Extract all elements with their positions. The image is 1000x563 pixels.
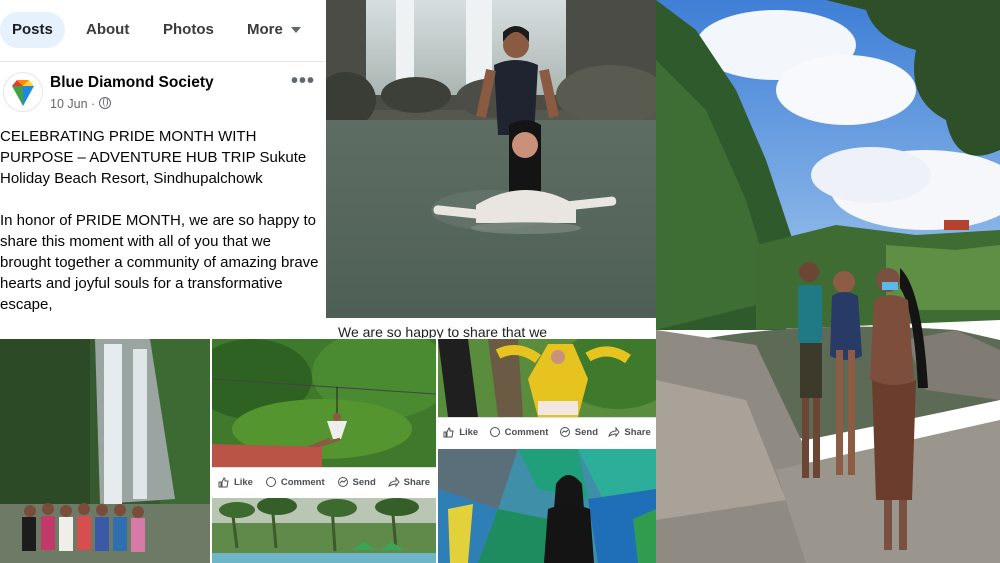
tab-more-label: More [247, 21, 283, 38]
comment-label: Comment [280, 477, 325, 488]
like-label: Like [233, 477, 253, 488]
send-button[interactable]: Send [337, 477, 376, 488]
photo-mural-wall[interactable] [438, 449, 656, 563]
tab-about-label: About [86, 21, 130, 38]
avatar[interactable] [3, 72, 43, 112]
comment-button[interactable]: Comment [265, 477, 325, 488]
post-paragraph: In honor of PRIDE MONTH, we are so happy… [0, 212, 319, 313]
share-label: Share [624, 427, 651, 438]
post-action-bar: Like Comment Send Share [438, 417, 656, 447]
post-header: Blue Diamond Society 10 Jun · ••• [0, 70, 325, 118]
like-label: Like [459, 427, 479, 438]
post-body: CELEBRATING PRIDE MONTH WITH PURPOSE – A… [0, 126, 325, 336]
more-options-icon[interactable]: ••• [291, 70, 315, 93]
comment-bubble-icon [489, 427, 500, 437]
like-button[interactable]: Like [443, 427, 478, 438]
photo-waterfall-pool[interactable] [326, 0, 656, 318]
comment-label: Comment [504, 427, 549, 438]
caption-snippet: We are so happy to share that we [326, 318, 656, 338]
photo-yellow-costume[interactable] [438, 339, 656, 417]
send-label: Send [574, 427, 598, 438]
thumbs-up-icon [443, 427, 454, 438]
blue-diamond-logo-icon [12, 80, 34, 106]
divider [325, 0, 326, 338]
comment-bubble-icon [265, 477, 276, 487]
divider [210, 339, 212, 563]
caret-down-icon [290, 27, 301, 34]
share-button[interactable]: Share [608, 427, 651, 438]
photo-resort-pool[interactable] [212, 498, 436, 563]
photo-waterfall-group[interactable] [0, 339, 210, 563]
comment-button[interactable]: Comment [489, 427, 549, 438]
send-label: Send [352, 477, 376, 488]
divider [436, 339, 438, 563]
share-button[interactable]: Share [387, 477, 431, 488]
facebook-post-panel: Posts About Photos More Blue Diamond Soc… [0, 0, 325, 338]
tab-posts[interactable]: Posts [0, 12, 65, 48]
tab-more[interactable]: More [247, 12, 301, 48]
share-arrow-icon [608, 427, 620, 438]
like-button[interactable]: Like [218, 477, 253, 488]
tab-photos-label: Photos [163, 21, 214, 38]
post-date[interactable]: 10 Jun · [50, 97, 112, 111]
post-paragraph: CELEBRATING PRIDE MONTH WITH PURPOSE – A… [0, 128, 307, 187]
messenger-icon [559, 427, 570, 437]
photo-river-group[interactable] [656, 0, 1000, 563]
post-date-text: 10 Jun · [50, 97, 96, 111]
page-name[interactable]: Blue Diamond Society [50, 74, 214, 92]
tab-posts-label: Posts [12, 21, 53, 38]
photo-zipline[interactable] [212, 339, 436, 467]
send-button[interactable]: Send [559, 427, 598, 438]
share-arrow-icon [387, 477, 400, 488]
globe-icon [99, 97, 112, 109]
thumbs-up-icon [218, 477, 229, 488]
share-label: Share [403, 477, 431, 488]
divider [0, 338, 656, 339]
messenger-icon [337, 477, 348, 487]
tab-about[interactable]: About [86, 12, 129, 48]
tab-photos[interactable]: Photos [163, 12, 214, 48]
page-tab-bar: Posts About Photos More [0, 0, 325, 62]
post-action-bar: Like Comment Send Share [212, 467, 436, 497]
